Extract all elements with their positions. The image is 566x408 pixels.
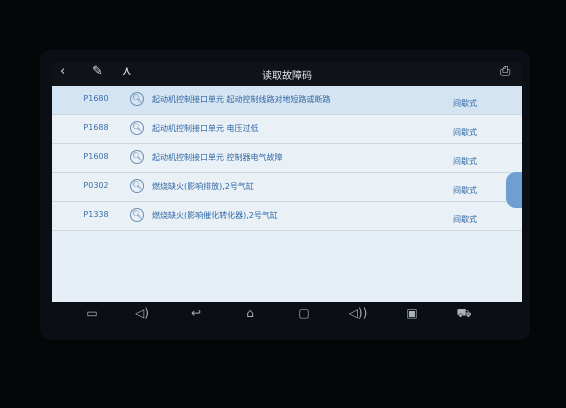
table-row[interactable]: P1608 🔍︎ 起动机控制接口单元 控制器电气故障 间歇式 [52, 144, 522, 173]
screenshot-icon[interactable]: ▭ [80, 306, 104, 320]
dtc-code: P1680 [83, 94, 109, 103]
search-icon[interactable]: 🔍︎ [130, 179, 144, 193]
volume-up-icon[interactable]: ◁)) [346, 306, 370, 320]
dtc-list: P1680 🔍︎ 起动机控制接口单元 起动控制线路对地短路或断路 间歇式 P16… [52, 86, 522, 302]
title-bar: ‹ ✎ ⋏ 读取故障码 ⎙ [52, 62, 522, 86]
dtc-type: 间歇式 [453, 99, 477, 108]
app-icon[interactable]: ▣ [400, 306, 424, 320]
search-icon[interactable]: 🔍︎ [130, 121, 144, 135]
search-icon[interactable]: 🔍︎ [130, 150, 144, 164]
table-row[interactable]: P0302 🔍︎ 燃烧缺火(影响排放),2号气缸 间歇式 [52, 173, 522, 202]
dtc-code: P1608 [83, 152, 109, 161]
volume-down-icon[interactable]: ◁) [130, 306, 154, 320]
back-nav-icon[interactable]: ↩ [184, 306, 208, 320]
table-row[interactable]: P1680 🔍︎ 起动机控制接口单元 起动控制线路对地短路或断路 间歇式 [52, 86, 522, 115]
dtc-description: 燃烧缺火(影响催化转化器),2号气缸 [152, 211, 278, 220]
dtc-type: 间歇式 [453, 215, 477, 224]
dtc-code: P0302 [83, 181, 109, 190]
car-icon[interactable]: ⛟ [452, 306, 476, 322]
side-drawer-handle[interactable] [506, 172, 522, 208]
table-row[interactable]: P1688 🔍︎ 起动机控制接口单元 电压过低 间歇式 [52, 115, 522, 144]
dtc-code: P1338 [83, 210, 109, 219]
dtc-description: 起动机控制接口单元 起动控制线路对地短路或断路 [152, 95, 331, 104]
dtc-type: 间歇式 [453, 157, 477, 166]
search-icon[interactable]: 🔍︎ [130, 92, 144, 106]
dtc-description: 起动机控制接口单元 控制器电气故障 [152, 153, 283, 162]
search-icon[interactable]: 🔍︎ [130, 208, 144, 222]
dtc-description: 起动机控制接口单元 电压过低 [152, 124, 259, 133]
table-row[interactable]: P1338 🔍︎ 燃烧缺火(影响催化转化器),2号气缸 间歇式 [52, 202, 522, 231]
dtc-code: P1688 [83, 123, 109, 132]
home-icon[interactable]: ⌂ [238, 306, 262, 320]
app-screen: ‹ ✎ ⋏ 读取故障码 ⎙ P1680 🔍︎ 起动机控制接口单元 起动控制线路对… [52, 62, 522, 302]
page-title: 读取故障码 [262, 71, 312, 82]
dtc-type: 间歇式 [453, 128, 477, 137]
dtc-type: 间歇式 [453, 186, 477, 195]
print-icon[interactable]: ⎙ [500, 64, 510, 79]
system-navbar: ▭ ◁) ↩ ⌂ ▢ ◁)) ▣ ⛟ [52, 302, 522, 328]
dtc-description: 燃烧缺火(影响排放),2号气缸 [152, 182, 254, 191]
recent-apps-icon[interactable]: ▢ [292, 306, 316, 320]
